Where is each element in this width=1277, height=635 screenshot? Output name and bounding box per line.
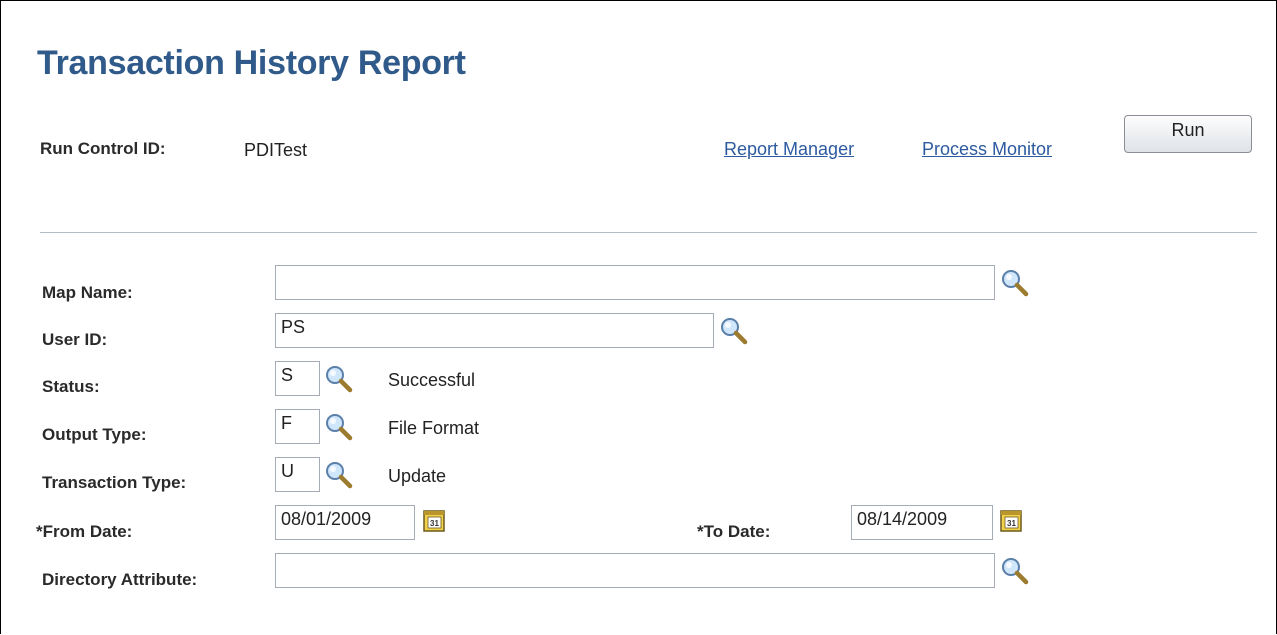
user-id-lookup-icon[interactable] [719, 316, 749, 346]
to-date-input[interactable] [851, 505, 993, 540]
output-type-lookup-icon[interactable] [324, 412, 354, 442]
user-id-label: User ID: [42, 330, 108, 349]
to-date-calendar-day: 31 [1007, 519, 1016, 528]
transaction-type-lookup-icon[interactable] [324, 460, 354, 490]
transaction-type-description: Update [388, 466, 447, 486]
run-control-id-label: Run Control ID: [40, 139, 166, 158]
map-name-label: Map Name: [42, 283, 133, 302]
map-name-input[interactable] [275, 265, 995, 300]
to-date-label: *To Date: [697, 522, 771, 541]
transaction-type-label: Transaction Type: [42, 473, 187, 492]
map-name-lookup-icon[interactable] [1000, 268, 1030, 298]
from-date-calendar-day: 31 [430, 519, 439, 528]
status-label: Status: [42, 377, 100, 396]
from-date-calendar-icon[interactable]: 31 [422, 509, 446, 533]
from-date-label: *From Date: [36, 522, 133, 541]
run-button[interactable]: Run [1124, 115, 1252, 153]
status-description: Successful [388, 370, 476, 390]
directory-attribute-input[interactable] [275, 553, 995, 588]
status-input[interactable] [275, 361, 320, 396]
section-divider [40, 232, 1257, 233]
output-type-description: File Format [388, 418, 480, 438]
report-manager-link[interactable]: Report Manager [724, 139, 854, 160]
page-title: Transaction History Report [37, 44, 466, 82]
output-type-label: Output Type: [42, 425, 147, 444]
to-date-calendar-icon[interactable]: 31 [999, 509, 1023, 533]
user-id-input[interactable] [275, 313, 714, 348]
from-date-input[interactable] [275, 505, 415, 540]
process-monitor-link[interactable]: Process Monitor [922, 139, 1052, 160]
transaction-type-input[interactable] [275, 457, 320, 492]
run-control-id-value: PDITest [244, 140, 308, 160]
output-type-input[interactable] [275, 409, 320, 444]
directory-attribute-lookup-icon[interactable] [1000, 556, 1030, 586]
status-lookup-icon[interactable] [324, 364, 354, 394]
directory-attribute-label: Directory Attribute: [42, 570, 198, 589]
